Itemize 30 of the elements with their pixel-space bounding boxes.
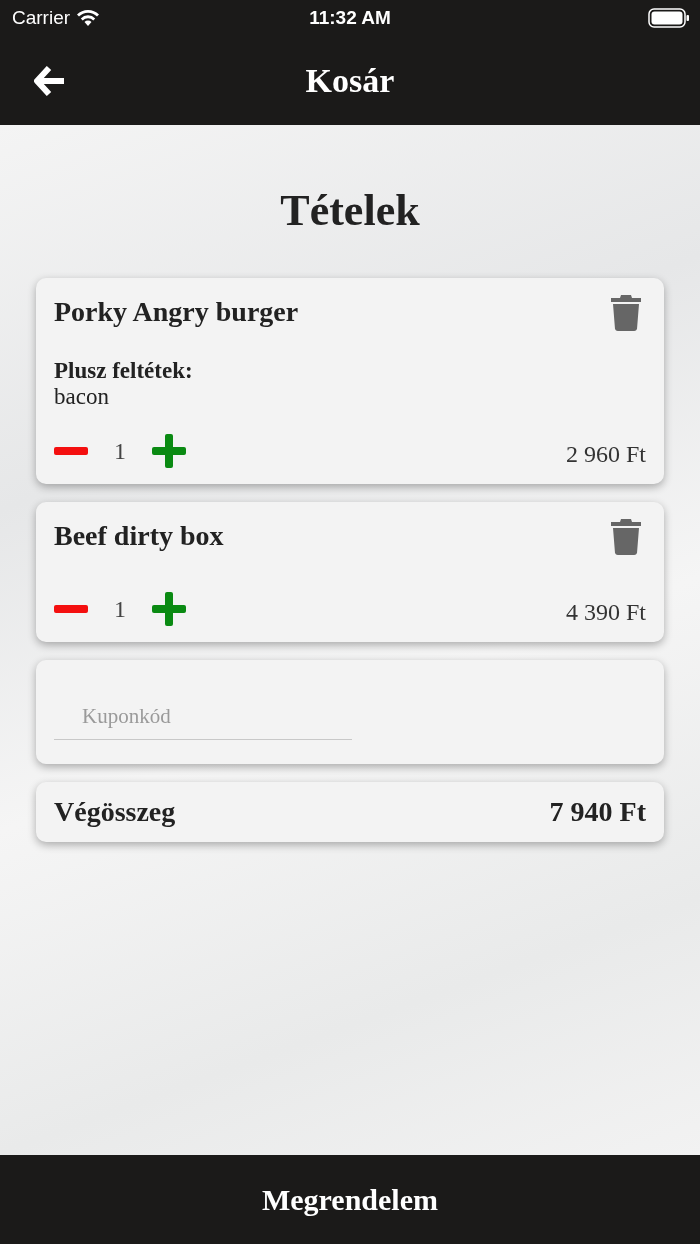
screen-title: Kosár (305, 61, 395, 100)
extras-label: Plusz feltétek: (54, 358, 194, 384)
carrier-name: Carrier (12, 7, 71, 29)
item-price: 2 960 Ft (566, 441, 646, 468)
back-arrow-icon (34, 66, 66, 96)
total-value: 7 940 Ft (549, 796, 646, 828)
status-time: 11:32 AM (309, 7, 391, 29)
trash-icon (610, 518, 642, 556)
order-button[interactable]: Megrendelem (0, 1155, 700, 1244)
coupon-field[interactable]: Kuponkód (54, 696, 352, 740)
extras-text: bacon (54, 384, 110, 410)
delete-button[interactable] (610, 294, 642, 332)
back-button[interactable] (34, 66, 66, 96)
quantity-value: 1 (114, 595, 126, 623)
increase-button[interactable] (152, 592, 186, 626)
item-name: Porky Angry burger (54, 296, 299, 328)
plus-icon (152, 592, 186, 626)
quantity-value: 1 (114, 437, 126, 465)
section-heading: Tételek (280, 185, 420, 236)
minus-icon (54, 447, 88, 455)
trash-icon (610, 294, 642, 332)
wifi-icon (76, 9, 101, 27)
minus-icon (54, 605, 88, 613)
battery-icon (648, 8, 690, 28)
delete-button[interactable] (610, 518, 642, 556)
item-price: 4 390 Ft (566, 599, 646, 626)
total-label: Végösszeg (54, 796, 176, 828)
increase-button[interactable] (152, 434, 186, 468)
plus-icon (152, 434, 186, 468)
item-name: Beef dirty box (54, 520, 224, 552)
